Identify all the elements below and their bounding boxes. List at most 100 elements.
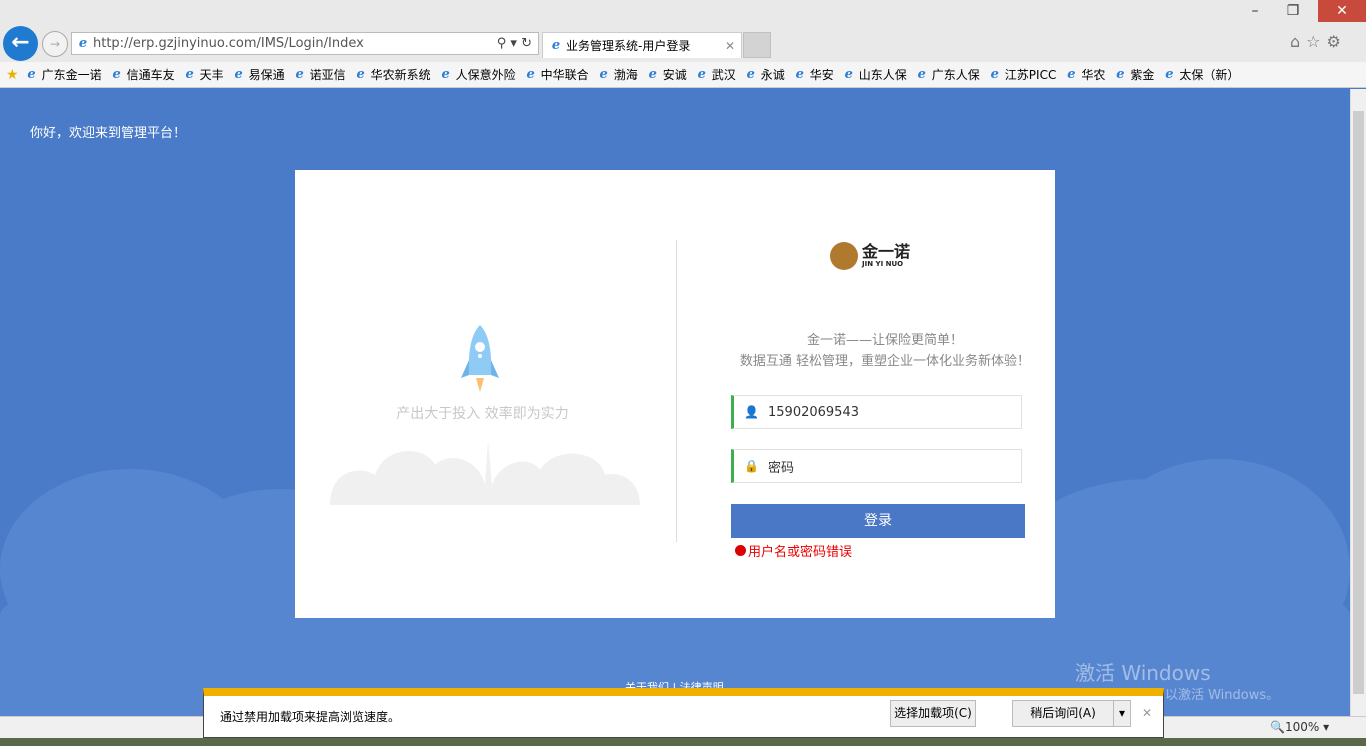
favorite-label: 广东金一诺 <box>41 68 102 82</box>
favorite-label: 天丰 <box>199 68 224 82</box>
address-bar[interactable]: e http://erp.gzjinyinuo.com/IMS/Login/Ind… <box>71 32 539 55</box>
favorite-item[interactable]: e 渤海 <box>597 66 638 83</box>
favorite-label: 安诚 <box>662 68 687 82</box>
home-star-gear-icons[interactable]: ⌂☆⚙ <box>1290 32 1347 51</box>
maximize-button[interactable]: ❐ <box>1278 0 1308 22</box>
ie-icon: e <box>844 66 853 82</box>
scroll-thumb[interactable] <box>1353 111 1364 694</box>
tagline: 金一诺——让保险更简单！ 数据互通 轻松管理，重塑企业一体化业务新体验！ <box>695 330 1075 372</box>
favorite-label: 武汉 <box>711 68 736 82</box>
ie-icon: e <box>648 66 657 82</box>
choose-addons-button[interactable]: 选择加载项(C) <box>890 700 976 727</box>
ie-icon: e <box>1067 66 1076 82</box>
favorite-label: 太保（新） <box>1179 68 1240 82</box>
favorite-label: 广东人保 <box>931 68 980 82</box>
favorite-label: 信通车友 <box>126 68 175 82</box>
username-input[interactable]: 👤 15902069543 <box>731 395 1022 429</box>
ie-icon: e <box>697 66 706 82</box>
page-content: 你好，欢迎来到管理平台！ 产出大于投入 效率即为实力 金一诺 JIN YI NUO… <box>0 89 1350 716</box>
url-text: http://erp.gzjinyinuo.com/IMS/Login/Inde… <box>93 36 364 51</box>
favorite-label: 人保意外险 <box>455 68 516 82</box>
ie-icon: e <box>441 66 450 82</box>
vertical-scrollbar[interactable] <box>1350 89 1366 716</box>
ask-later-button[interactable]: 稍后询问(A) <box>1012 700 1114 727</box>
favorite-label: 永诚 <box>760 68 785 82</box>
cloud-illustration <box>330 440 640 505</box>
favorite-label: 紫金 <box>1130 68 1155 82</box>
favorite-item[interactable]: e 江苏PICC <box>988 66 1057 83</box>
minimize-button[interactable]: – <box>1240 0 1270 22</box>
zoom-level[interactable]: 🔍100% ▾ <box>1270 720 1329 734</box>
password-placeholder: 密码 <box>768 460 795 476</box>
search-refresh-icon[interactable]: ⚲ ▾ ↻ <box>497 36 538 51</box>
login-card: 产出大于投入 效率即为实力 金一诺 JIN YI NUO 金一诺——让保险更简单！… <box>295 170 1055 618</box>
favorites-star-icon[interactable]: ★ <box>6 67 19 83</box>
slogan-text: 产出大于投入 效率即为实力 <box>396 406 569 422</box>
favorite-item[interactable]: e 广东金一诺 <box>25 66 102 83</box>
logo-en: JIN YI NUO <box>862 260 904 268</box>
ie-icon: e <box>234 66 243 82</box>
login-button[interactable]: 登录 <box>731 504 1025 538</box>
favorite-item[interactable]: e 太保（新） <box>1162 66 1239 83</box>
ie-icon: e <box>746 66 755 82</box>
ie-icon: e <box>356 66 365 82</box>
favorite-item[interactable]: e 人保意外险 <box>439 66 516 83</box>
zoom-value: 100% <box>1284 720 1320 734</box>
dropdown-arrow-icon[interactable]: ▾ <box>1113 700 1131 727</box>
favorite-item[interactable]: e 永诚 <box>744 66 785 83</box>
favorite-label: 山东人保 <box>858 68 907 82</box>
favorite-label: 华安 <box>809 68 834 82</box>
ie-icon: e <box>295 66 304 82</box>
favorite-item[interactable]: e 天丰 <box>183 66 224 83</box>
activation-watermark: 激活 Windows <box>1075 661 1211 685</box>
username-value: 15902069543 <box>768 404 859 420</box>
tab-active[interactable]: e 业务管理系统-用户登录 ✕ <box>542 32 742 58</box>
ie-icon: e <box>1116 66 1125 82</box>
favorite-item[interactable]: e 易保通 <box>232 66 284 83</box>
logo-mark-icon <box>830 242 858 270</box>
close-window-button[interactable]: ✕ <box>1318 0 1366 22</box>
close-notification-icon[interactable]: ✕ <box>1142 706 1152 720</box>
new-tab-button[interactable] <box>743 32 771 58</box>
favorite-item[interactable]: e 广东人保 <box>915 66 980 83</box>
close-tab-icon[interactable]: ✕ <box>725 39 735 53</box>
favorite-item[interactable]: e 山东人保 <box>842 66 907 83</box>
back-button[interactable]: ← <box>3 26 38 61</box>
favorites-bar: ★ e 广东金一诺 e 信通车友 e 天丰 e 易保通 e 诺亚信 e 华农新系统 e 人保意外险 e 中华联… <box>0 62 1366 88</box>
error-text: 用户名或密码错误 <box>748 545 853 560</box>
favorite-label: 华农新系统 <box>370 68 431 82</box>
ie-icon: e <box>1165 66 1174 82</box>
error-icon <box>735 545 746 556</box>
favorite-item[interactable]: e 信通车友 <box>110 66 175 83</box>
favorite-item[interactable]: e 武汉 <box>695 66 736 83</box>
tagline-line-2: 数据互通 轻松管理，重塑企业一体化业务新体验！ <box>739 354 1031 369</box>
divider <box>676 240 677 542</box>
ie-icon: e <box>795 66 804 82</box>
notification-message: 通过禁用加载项来提高浏览速度。 <box>220 710 401 724</box>
logo-cn: 金一诺 <box>862 242 911 261</box>
favorite-item[interactable]: e 诺亚信 <box>293 66 346 83</box>
ie-icon: e <box>185 66 194 82</box>
rocket-icon <box>461 325 499 392</box>
favorite-item[interactable]: e 华农新系统 <box>354 66 431 83</box>
welcome-text: 你好，欢迎来到管理平台！ <box>30 126 187 141</box>
tab-title: 业务管理系统-用户登录 <box>566 39 691 53</box>
favorite-item[interactable]: e 安诚 <box>646 66 687 83</box>
favorite-label: 江苏PICC <box>1004 68 1057 82</box>
favorite-label: 诺亚信 <box>309 68 346 82</box>
forward-button[interactable]: → <box>42 31 68 57</box>
ie-icon: e <box>27 66 36 82</box>
lock-icon: 🔒 <box>744 459 759 473</box>
favorite-item[interactable]: e 华农 <box>1064 66 1105 83</box>
notification-bar: 通过禁用加载项来提高浏览速度。 选择加载项(C) 稍后询问(A) ▾ ✕ <box>203 688 1164 738</box>
ie-icon: e <box>551 37 561 53</box>
favorite-item[interactable]: e 紫金 <box>1113 66 1154 83</box>
favorite-label: 华农 <box>1081 68 1106 82</box>
ie-icon: e <box>599 66 608 82</box>
ie-icon: e <box>526 66 535 82</box>
favorite-item[interactable]: e 中华联合 <box>524 66 589 83</box>
favorite-label: 中华联合 <box>540 68 589 82</box>
ie-icon: e <box>917 66 926 82</box>
favorite-item[interactable]: e 华安 <box>793 66 834 83</box>
password-input[interactable]: 🔒 密码 <box>731 449 1022 483</box>
